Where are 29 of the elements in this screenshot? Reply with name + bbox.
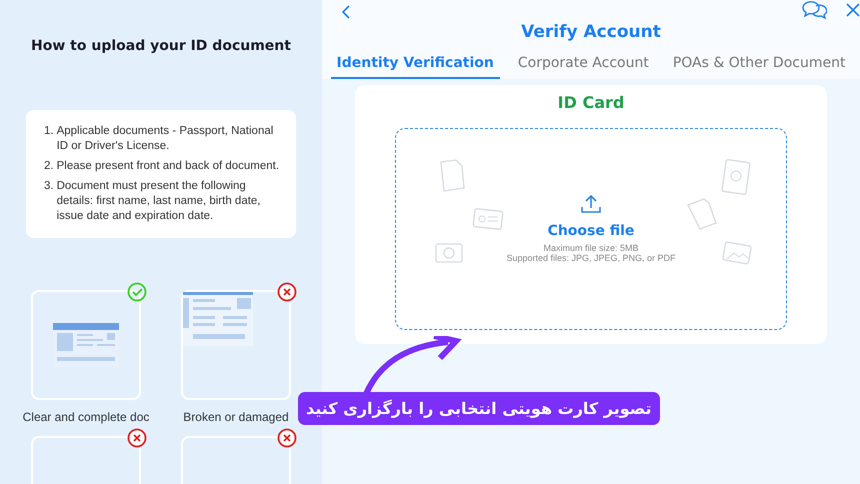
callout-label: تصویر کارت هویتی انتخابی را بارگزاری کنید — [298, 392, 660, 425]
id-card-icon — [472, 207, 504, 231]
panel-title: Verify Account — [521, 22, 661, 42]
formats-text: Supported files: JPG, JPEG, PNG, or PDF — [506, 253, 676, 263]
guide-title: How to upload your ID document — [31, 38, 291, 54]
back-icon[interactable] — [342, 5, 350, 19]
rule-number: 2. — [44, 158, 54, 174]
tab[interactable]: Corporate Account — [512, 52, 655, 79]
card-title: ID Card — [558, 93, 624, 112]
rule-number: 1. — [44, 124, 54, 139]
example-label: Clear and complete doc — [22, 410, 150, 424]
document-icon — [438, 159, 466, 193]
chat-icon[interactable] — [801, 0, 827, 20]
upload-icon — [580, 195, 602, 215]
tab[interactable]: Identity Verification — [330, 52, 500, 79]
drop-zone[interactable]: Choose file Maximum file size: 5MB Supported files: JPG, JPEG, PNG, or PDF — [395, 128, 787, 330]
rule-text: Applicable documents - Passport, National ID or Driver's License. — [56, 124, 274, 154]
image-icon — [722, 241, 752, 267]
max-size-text: Maximum file size: 5MB — [543, 243, 639, 253]
rule-number: 3. — [44, 178, 54, 194]
gif-file-icon — [686, 197, 718, 231]
example-label: Broken or damaged — [183, 410, 289, 424]
tab[interactable]: POAs & Other Document — [666, 52, 852, 79]
close-icon[interactable] — [846, 3, 860, 17]
choose-file-link[interactable]: Choose file — [548, 223, 634, 239]
broken-card-illustration — [183, 292, 253, 346]
rule-text: Document must present the following details: first name, last name, birth date, issue date and expiration date. — [56, 178, 262, 224]
passport-icon — [721, 159, 751, 195]
rule-text: Please present front and back of document. — [56, 158, 280, 174]
